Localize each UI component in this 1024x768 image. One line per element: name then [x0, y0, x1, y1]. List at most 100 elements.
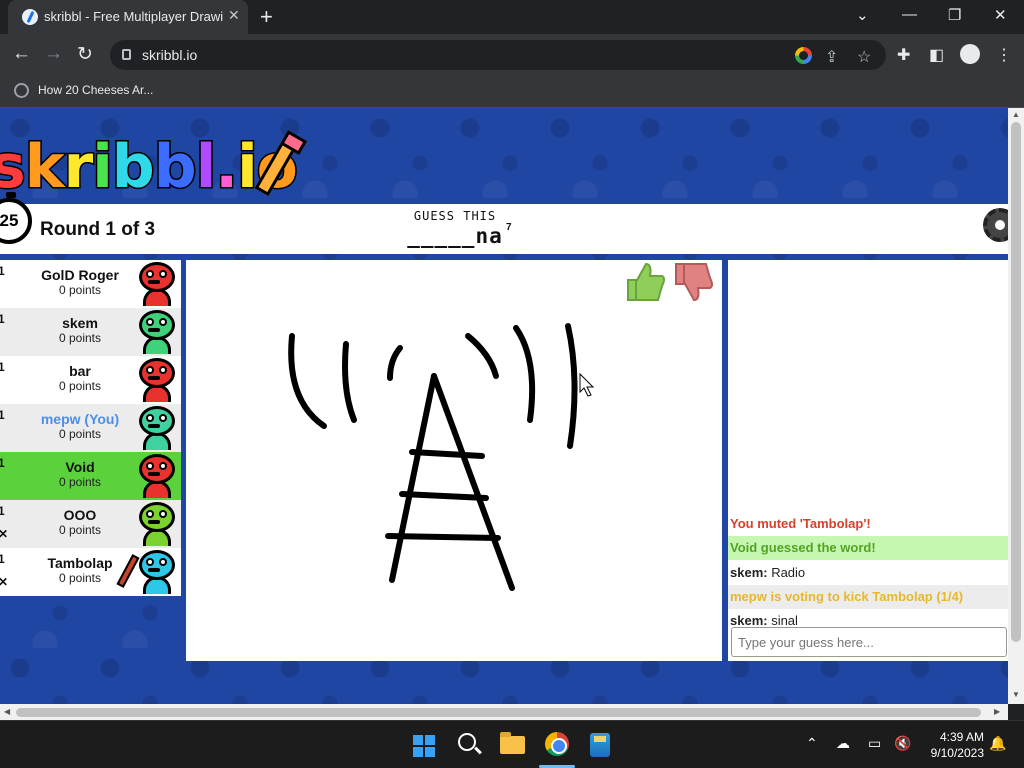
share-icon[interactable]: ⇪ [825, 47, 838, 67]
bookmark-star-icon[interactable]: ☆ [857, 47, 871, 67]
logo-letter: . [214, 131, 240, 204]
url-text[interactable]: skribbl.io [142, 47, 197, 63]
player-row[interactable]: 1 skem 0 points [0, 308, 181, 356]
new-tab-button[interactable]: + [260, 4, 273, 30]
horizontal-scrollbar[interactable]: ◀ ▶ [0, 704, 1008, 720]
scrollbar-thumb[interactable] [1011, 122, 1021, 642]
windows-start-icon[interactable] [413, 735, 435, 757]
logo-letter: r [62, 131, 95, 204]
google-lens-icon[interactable] [795, 47, 812, 64]
drawing-strokes [288, 323, 595, 591]
vertical-scrollbar[interactable]: ▲ ▼ [1008, 108, 1024, 704]
chat-message: skem: Radio [728, 560, 1008, 585]
player-rank: 1 [0, 456, 5, 470]
player-list: 1 GolD Roger 0 points 1 skem 0 points 1 bar 0 po… [0, 260, 181, 596]
player-row[interactable]: 1 ✕ Tambolap 0 points [0, 548, 181, 596]
scroll-right-icon[interactable]: ▶ [994, 707, 1000, 716]
avatar [136, 550, 178, 594]
tab-title: skribbl - Free Multiplayer Drawing & Gue… [44, 9, 224, 24]
player-points: 0 points [58, 331, 102, 345]
mouse-cursor-icon [579, 372, 595, 397]
chat-message: Void guessed the word! [728, 536, 1008, 561]
avatar [136, 406, 178, 450]
player-row[interactable]: 1 bar 0 points [0, 356, 181, 404]
player-name: GolD Roger [41, 267, 119, 283]
chat-text: sinal [767, 613, 798, 629]
player-row[interactable]: 1 mepw (You) 0 points [0, 404, 181, 452]
guess-label: GUESS THIS [413, 209, 497, 223]
logo-letter: b [110, 131, 156, 204]
app-icon[interactable] [590, 733, 610, 757]
thumbs-up-icon[interactable] [624, 260, 666, 304]
menu-kebab-icon[interactable]: ⋮ [996, 45, 1012, 65]
taskbar-time[interactable]: 4:39 AM [928, 730, 984, 744]
file-explorer-icon[interactable] [500, 732, 525, 754]
kick-vote-x-icon: ✕ [0, 527, 9, 541]
bookmark-item[interactable]: How 20 Cheeses Ar... [38, 83, 153, 97]
extensions-puzzle-icon[interactable]: ✚ [897, 45, 910, 65]
avatar [136, 262, 178, 306]
player-name: bar [69, 363, 91, 379]
player-name: mepw (You) [40, 411, 120, 427]
back-arrow-icon[interactable]: ← [12, 43, 31, 65]
bookmarks-bar: How 20 Cheeses Ar... [0, 76, 1024, 108]
side-panel-icon[interactable]: ◧ [929, 45, 944, 65]
chevron-up-icon[interactable]: ⌃ [806, 735, 818, 752]
chat-message: mepw is voting to kick Tambolap (1/4) [728, 584, 1008, 609]
volume-muted-icon[interactable]: 🔇 [894, 735, 911, 752]
avatar [136, 502, 178, 546]
player-name: Tambolap [47, 555, 113, 571]
avatar [136, 454, 178, 498]
player-rank: 1 [0, 360, 5, 374]
logo-letter: i [236, 131, 259, 204]
scroll-up-icon[interactable]: ▲ [1012, 110, 1020, 119]
taskbar-date[interactable]: 9/10/2023 [918, 746, 984, 760]
player-rank: 1 [0, 312, 5, 326]
thumbs-down-icon[interactable] [672, 260, 714, 304]
scroll-left-icon[interactable]: ◀ [4, 707, 10, 716]
browser-tab[interactable]: skribbl - Free Multiplayer Drawing & Gue… [8, 0, 248, 34]
settings-gear-icon[interactable] [983, 208, 1008, 242]
timer-clock-icon: 25 [0, 192, 32, 244]
guess-input[interactable] [731, 627, 1007, 657]
address-bar[interactable]: skribbl.io ⇪ ☆ [110, 40, 886, 70]
scrollbar-thumb[interactable] [16, 708, 981, 717]
skribbl-page: skribbl.io 25 Round 1 of 3 GUESS THIS __… [0, 108, 1008, 704]
network-icon[interactable]: ▭ [868, 735, 881, 752]
player-name: skem [62, 315, 98, 331]
avatar [136, 310, 178, 354]
player-name: OOO [63, 507, 97, 523]
globe-icon[interactable] [14, 83, 29, 98]
player-row[interactable]: 1 Void 0 points [0, 452, 181, 500]
search-icon[interactable] [458, 733, 476, 751]
player-rank: 1 [0, 552, 5, 566]
kick-vote-x-icon: ✕ [0, 575, 9, 589]
tab-search-chevron-icon[interactable]: ⌄ [856, 6, 869, 24]
lock-icon[interactable] [122, 49, 131, 60]
drawing-canvas[interactable] [186, 260, 722, 661]
player-rank: 1 [0, 408, 5, 422]
logo-letter: b [152, 131, 198, 204]
notification-bell-icon[interactable]: 🔔 [989, 735, 1006, 752]
avatar [136, 358, 178, 402]
player-rank: 1 [0, 504, 5, 518]
restore-icon[interactable]: ❐ [948, 6, 961, 24]
chrome-icon[interactable] [545, 732, 569, 756]
player-points: 0 points [58, 283, 102, 297]
forward-arrow-icon[interactable]: → [44, 43, 63, 65]
player-row[interactable]: 1 ✕ OOO 0 points [0, 500, 181, 548]
tab-close-icon[interactable]: ✕ [228, 7, 240, 24]
logo-letter: l [194, 131, 217, 204]
word-length: 7 [506, 222, 512, 233]
logo-letter: k [23, 131, 66, 204]
player-points: 0 points [58, 379, 102, 393]
window-close-icon[interactable]: ✕ [994, 6, 1007, 24]
minimize-icon[interactable]: — [902, 6, 917, 23]
profile-avatar-icon[interactable] [960, 44, 980, 64]
player-name: Void [65, 459, 95, 475]
scroll-down-icon[interactable]: ▼ [1012, 690, 1020, 699]
player-points: 0 points [58, 427, 102, 441]
player-row[interactable]: 1 GolD Roger 0 points [0, 260, 181, 308]
onedrive-cloud-icon[interactable]: ☁ [836, 735, 850, 752]
reload-icon[interactable]: ↻ [77, 43, 93, 66]
